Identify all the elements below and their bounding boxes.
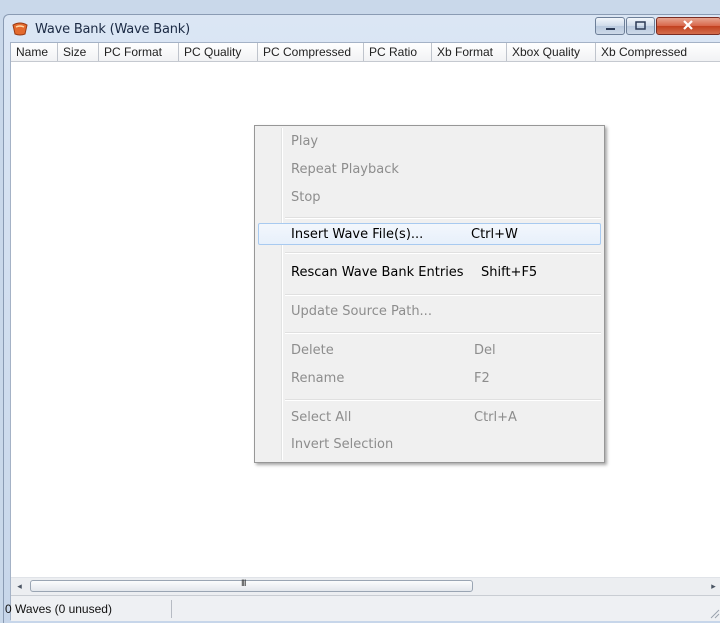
column-header-pc-format[interactable]: PC Format — [99, 43, 179, 61]
menu-separator — [285, 399, 601, 401]
menu-item-label: Insert Wave File(s)... — [291, 227, 424, 242]
menu-item-insert-wave-files[interactable]: Insert Wave File(s)... Ctrl+W — [258, 223, 601, 245]
menu-item-invert-selection[interactable]: Invert Selection — [258, 434, 601, 456]
menu-item-shortcut: Shift+F5 — [481, 265, 538, 280]
menu-item-repeat-playback[interactable]: Repeat Playback — [258, 159, 601, 181]
column-header-xb-compressed[interactable]: Xb Compressed — [596, 43, 720, 61]
restore-icon — [635, 21, 646, 30]
title-bar[interactable]: Wave Bank (Wave Bank) — [4, 15, 720, 40]
menu-item-rescan-wave-bank-entries[interactable]: Rescan Wave Bank Entries Shift+F5 — [258, 262, 601, 284]
resize-grip-icon[interactable] — [708, 607, 720, 619]
column-header-pc-ratio[interactable]: PC Ratio — [364, 43, 432, 61]
horizontal-scrollbar[interactable]: ◂ III ▸ — [11, 577, 720, 595]
column-header-xb-format[interactable]: Xb Format — [432, 43, 507, 61]
menu-item-shortcut: F2 — [474, 371, 490, 386]
minimize-button[interactable] — [595, 17, 625, 35]
menu-separator — [285, 217, 601, 219]
menu-separator — [285, 332, 601, 334]
status-bar: 0 Waves (0 unused) — [5, 595, 720, 621]
menu-item-label: Rescan Wave Bank Entries — [291, 265, 464, 280]
menu-item-rename[interactable]: Rename F2 — [258, 368, 601, 390]
menu-item-label: Update Source Path... — [291, 304, 432, 319]
context-menu: Play Repeat Playback Stop Insert Wave Fi… — [254, 125, 605, 463]
menu-item-label: Repeat Playback — [291, 162, 399, 177]
menu-item-delete[interactable]: Delete Del — [258, 340, 601, 362]
menu-item-label: Select All — [291, 410, 352, 425]
menu-item-label: Play — [291, 134, 319, 149]
scroll-left-arrow-icon[interactable]: ◂ — [11, 578, 28, 595]
column-header-pc-quality[interactable]: PC Quality — [179, 43, 258, 61]
menu-item-shortcut: Ctrl+W — [471, 227, 518, 242]
menu-item-shortcut: Ctrl+A — [474, 410, 517, 425]
menu-item-label: Rename — [291, 371, 345, 386]
scrollbar-thumb[interactable]: III — [30, 578, 473, 592]
menu-separator — [285, 252, 601, 254]
column-header-name[interactable]: Name — [11, 43, 58, 61]
menu-item-label: Stop — [291, 190, 321, 205]
scroll-grip-icon: III — [241, 578, 246, 588]
menu-item-play[interactable]: Play — [258, 131, 601, 153]
close-button[interactable] — [656, 17, 720, 35]
status-wave-count: 0 Waves (0 unused) — [5, 600, 172, 618]
menu-item-update-source-path[interactable]: Update Source Path... — [258, 301, 601, 323]
column-header-pc-compressed[interactable]: PC Compressed — [258, 43, 364, 61]
column-header-xbox-quality[interactable]: Xbox Quality — [507, 43, 596, 61]
scroll-right-arrow-icon[interactable]: ▸ — [705, 578, 720, 595]
restore-button[interactable] — [626, 17, 655, 35]
menu-item-select-all[interactable]: Select All Ctrl+A — [258, 407, 601, 429]
menu-item-shortcut: Del — [474, 343, 496, 358]
menu-item-stop[interactable]: Stop — [258, 187, 601, 209]
close-icon — [683, 20, 693, 30]
window-title: Wave Bank (Wave Bank) — [35, 22, 191, 37]
menu-item-label: Delete — [291, 343, 334, 358]
minimize-icon — [606, 28, 615, 30]
column-header-row: Name Size PC Format PC Quality PC Compre… — [11, 43, 720, 62]
wave-bank-app-icon — [12, 22, 28, 36]
menu-separator — [285, 294, 601, 296]
column-header-size[interactable]: Size — [58, 43, 99, 61]
menu-item-label: Invert Selection — [291, 437, 394, 452]
